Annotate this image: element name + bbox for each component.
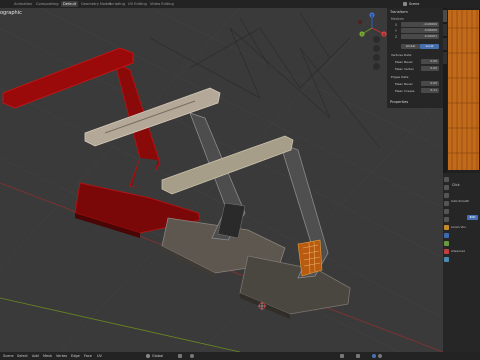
scene-selector[interactable]: Scene (409, 1, 431, 7)
lorem-label: Lorem Visi (451, 225, 466, 229)
tab-animation[interactable]: Animation (14, 1, 32, 7)
reference-wire (149, 12, 381, 149)
edges-data-label: Edges Data: (391, 75, 410, 79)
gizmo-z-label: Z (371, 13, 373, 17)
properties-editor: Click Auto Smooth Edit Lorem Visi Advanc… (443, 173, 480, 352)
properties-title[interactable]: Properties (390, 100, 408, 104)
overlay-icon[interactable] (340, 354, 344, 358)
menu-select[interactable]: Select (17, 353, 28, 359)
transform-orientation[interactable]: Global (152, 353, 163, 359)
scene-icon[interactable] (403, 2, 407, 6)
menu-face[interactable]: Face (84, 353, 92, 359)
shading-solid-icon[interactable] (372, 354, 376, 358)
tab-uv-editing[interactable]: UV Editing (128, 1, 147, 7)
menu-scene[interactable]: Scene (3, 353, 14, 359)
global-button[interactable]: Global (401, 44, 420, 49)
output-icon[interactable] (444, 193, 449, 198)
pan-hand-icon[interactable] (373, 45, 380, 52)
advanced-label[interactable]: Advanced (451, 249, 465, 253)
tab-geometry-nodes[interactable]: Geometry Nodes (81, 1, 111, 7)
tab-video-editing[interactable]: Video Editing (150, 1, 174, 7)
sidebar-n-panel: Transform Medium X -0.00000 Y 0.00000 Z … (387, 8, 443, 108)
axis-y-label: Y (395, 29, 397, 33)
transform-title[interactable]: Transform (390, 10, 408, 14)
proportional-icon[interactable] (190, 354, 194, 358)
tab-default[interactable]: Default (61, 1, 79, 7)
shading-material-icon[interactable] (378, 354, 382, 358)
mean-bevel-2-field[interactable]: 0.00 (421, 81, 439, 86)
menu-add[interactable]: Add (32, 353, 39, 359)
axis-x-label: X (395, 23, 398, 27)
mean-bevel-1-label: Mean Bevel (395, 60, 413, 64)
gizmo-y-label: Y (361, 32, 363, 36)
y-axis-line (0, 297, 241, 352)
gizmo-x-label: X (383, 32, 385, 36)
menu-mesh[interactable]: Mesh (43, 353, 52, 359)
transform-orientation-icon[interactable] (146, 354, 150, 358)
status-bar: Scene Select Add Mesh Vertex Edge Face U… (0, 352, 480, 360)
tab-scripting[interactable]: Scripting (109, 1, 125, 7)
menu-edge[interactable]: Edge (71, 353, 80, 359)
viewport-mode-label: ographic (0, 10, 22, 16)
material-icon[interactable] (444, 249, 449, 254)
menu-uv[interactable]: UV (97, 353, 102, 359)
mean-bevel-2-label: Mean Bevel (395, 82, 413, 86)
local-button[interactable]: Local (420, 44, 439, 49)
object-icon[interactable] (444, 225, 449, 230)
medium-label: Medium (391, 17, 404, 21)
grid-icon[interactable] (373, 63, 380, 70)
vertices-data-label: Vertices Data: (391, 53, 413, 57)
snap-icon[interactable] (178, 354, 182, 358)
edit-button[interactable]: Edit (467, 215, 478, 220)
scene-icon[interactable] (444, 209, 449, 214)
y-field[interactable]: 0.00000 (401, 28, 439, 33)
camera-icon[interactable] (373, 54, 380, 61)
data-icon[interactable] (444, 241, 449, 246)
mean-bevel-1-field[interactable]: 0.00 (421, 59, 439, 64)
uv-image-editor[interactable] (447, 8, 480, 173)
object-name: Click (452, 183, 460, 187)
z-field[interactable]: 0.00001 (401, 34, 439, 39)
mean-crease-label: Mean Crease (395, 89, 415, 93)
mean-vertex-field[interactable]: 0.00 (421, 66, 439, 71)
view-layer-icon[interactable] (444, 201, 449, 206)
uv-texture-preview (448, 10, 479, 170)
render-icon[interactable] (444, 185, 449, 190)
x-field[interactable]: -0.00000 (401, 22, 439, 27)
auto-smooth-label: Auto Smooth (451, 199, 470, 203)
menu-vertex[interactable]: Vertex (56, 353, 67, 359)
zoom-icon[interactable] (373, 36, 380, 43)
modifier-icon[interactable] (444, 233, 449, 238)
mean-crease-field[interactable]: 0.11 (421, 88, 439, 93)
physics-icon[interactable] (444, 257, 449, 262)
top-bar: Animation Compositing Default Geometry N… (0, 0, 480, 8)
world-icon[interactable] (444, 217, 449, 222)
tool-icon[interactable] (444, 177, 449, 182)
tab-compositing[interactable]: Compositing (36, 1, 59, 7)
axis-z-label: Z (395, 35, 398, 39)
xray-icon[interactable] (356, 354, 360, 358)
navigation-gizmo[interactable]: X Y Z (354, 10, 390, 46)
mean-vertex-label: Mean Vertex (395, 67, 414, 71)
